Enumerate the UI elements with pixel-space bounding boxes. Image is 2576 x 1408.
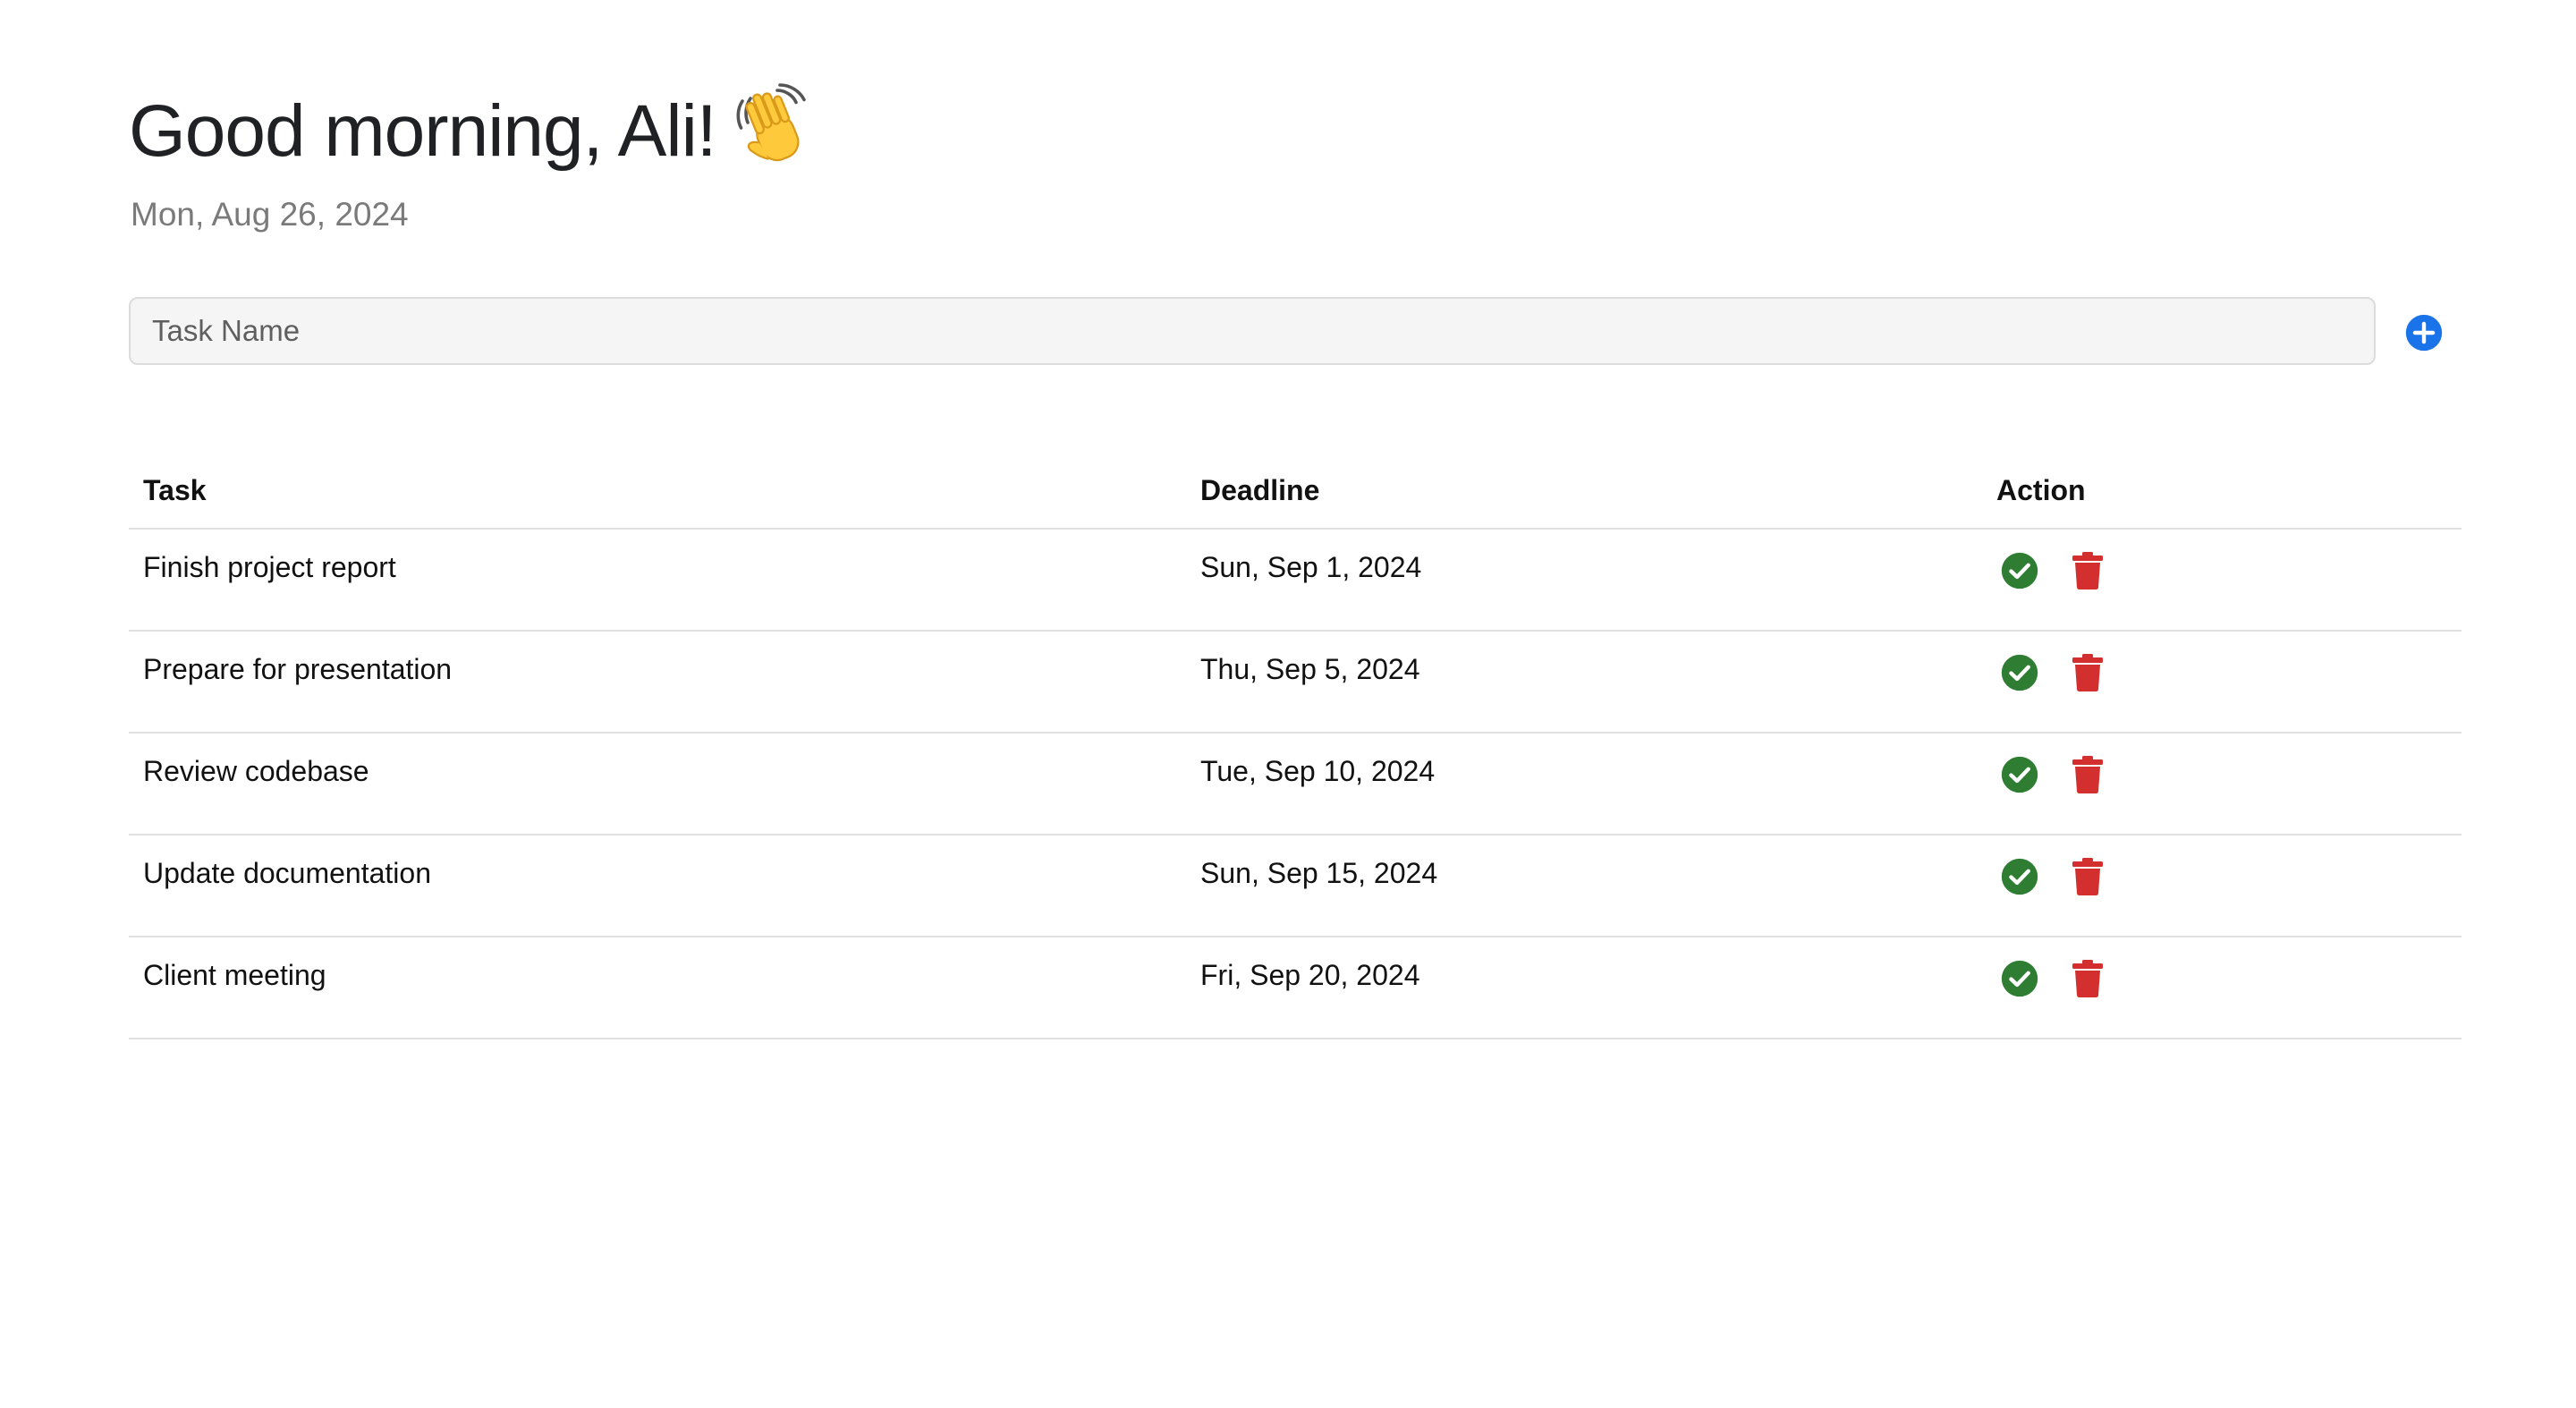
table-row: Review codebase Tue, Sep 10, 2024 [129,733,2462,835]
action-cell [1982,631,2462,734]
todo-page: Good morning, Ali! Mon, Aug 26, 2024 Tas… [0,0,2576,1408]
deadline-cell: Sun, Sep 1, 2024 [1186,529,1982,632]
action-cell [1982,835,2462,937]
delete-task-button[interactable] [2072,959,2104,998]
table-row: Finish project report Sun, Sep 1, 2024 [129,529,2462,632]
task-name-cell: Review codebase [129,733,1186,835]
table-row: Client meeting Fri, Sep 20, 2024 [129,937,2462,1039]
check-circle-icon [2001,756,2038,793]
check-circle-icon [2001,654,2038,691]
plus-circle-icon [2405,314,2443,352]
deadline-cell: Sun, Sep 15, 2024 [1186,835,1982,937]
trash-icon [2072,960,2103,997]
complete-task-button[interactable] [2000,857,2039,896]
check-circle-icon [2001,858,2038,895]
check-circle-icon [2001,552,2038,589]
delete-task-button[interactable] [2072,755,2104,794]
column-header-action: Action [1982,453,2462,530]
action-cell [1982,733,2462,835]
trash-icon [2072,756,2103,793]
tasks-table: Task Deadline Action Finish project repo… [129,453,2462,1039]
task-name-input[interactable] [129,297,2376,365]
task-name-cell: Client meeting [129,937,1186,1039]
trash-icon [2072,858,2103,895]
table-header-row: Task Deadline Action [129,453,2462,530]
trash-icon [2072,552,2103,589]
greeting-heading: Good morning, Ali! [129,82,815,181]
deadline-cell: Tue, Sep 10, 2024 [1186,733,1982,835]
waving-hand-icon [736,83,806,162]
action-cell [1982,529,2462,632]
check-circle-icon [2001,960,2038,997]
greeting-text: Good morning, Ali! [129,90,717,172]
column-header-deadline: Deadline [1186,453,1982,530]
deadline-cell: Fri, Sep 20, 2024 [1186,937,1982,1039]
task-name-cell: Update documentation [129,835,1186,937]
complete-task-button[interactable] [2000,959,2039,998]
task-name-cell: Prepare for presentation [129,631,1186,734]
trash-icon [2072,654,2103,691]
delete-task-button[interactable] [2072,551,2104,590]
table-row: Update documentation Sun, Sep 15, 2024 [129,835,2462,937]
complete-task-button[interactable] [2000,755,2039,794]
delete-task-button[interactable] [2072,653,2104,692]
delete-task-button[interactable] [2072,857,2104,896]
add-task-button[interactable] [2404,313,2444,352]
action-cell [1982,937,2462,1039]
column-header-task: Task [129,453,1186,530]
task-name-cell: Finish project report [129,529,1186,632]
current-date: Mon, Aug 26, 2024 [131,196,409,233]
complete-task-button[interactable] [2000,551,2039,590]
complete-task-button[interactable] [2000,653,2039,692]
table-row: Prepare for presentation Thu, Sep 5, 202… [129,631,2462,734]
deadline-cell: Thu, Sep 5, 2024 [1186,631,1982,734]
